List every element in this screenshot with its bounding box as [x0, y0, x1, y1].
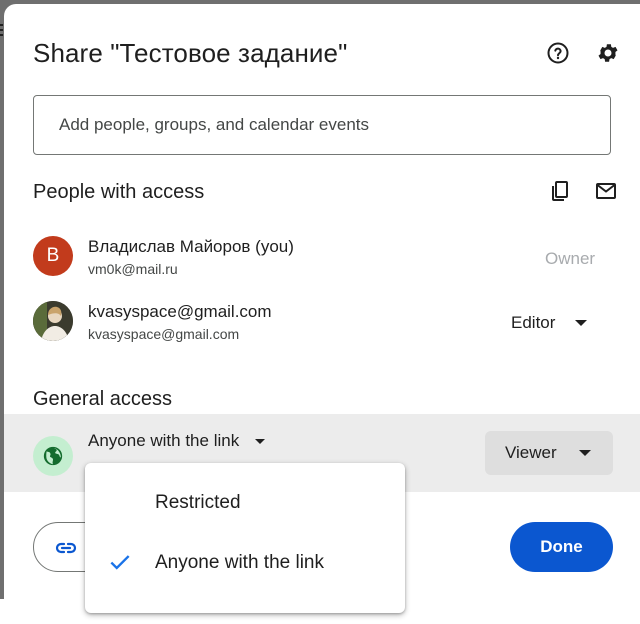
copy-emails-button[interactable] [544, 175, 576, 207]
menu-item-label: Restricted [155, 492, 241, 513]
general-access-menu: Restricted Anyone with the link [85, 463, 405, 613]
person-row-editor: kvasyspace@gmail.com kvasyspace@gmail.co… [4, 291, 640, 351]
link-icon [55, 542, 77, 554]
settings-button[interactable] [592, 37, 624, 69]
copy-icon [552, 181, 568, 201]
share-dialog: Share "Тестовое задание" People with acc… [4, 4, 640, 624]
owner-role-label: Owner [545, 249, 596, 268]
role-label: Viewer [505, 443, 557, 462]
editor-role-dropdown[interactable]: Editor [511, 313, 588, 333]
help-button[interactable] [542, 37, 574, 69]
menu-item-anyone-with-link[interactable]: Anyone with the link [85, 535, 405, 591]
globe-icon [43, 446, 63, 466]
profile-photo-icon [33, 301, 73, 341]
gear-icon [598, 44, 618, 62]
avatar-initial: B [46, 245, 60, 266]
person-name: Владислав Майоров (you) [88, 237, 294, 256]
mail-icon [596, 183, 616, 199]
person-row-owner: B Владислав Майоров (you) vm0k@mail.ru O… [4, 226, 640, 286]
dialog-title: Share "Тестовое задание" [33, 38, 348, 68]
chevron-down-icon [575, 320, 588, 326]
checkmark-icon [110, 555, 130, 570]
email-people-button[interactable] [590, 175, 622, 207]
add-people-input[interactable] [33, 95, 611, 155]
chevron-down-icon [255, 438, 266, 444]
general-access-heading: General access [33, 388, 172, 410]
chevron-down-icon [578, 450, 591, 456]
people-with-access-heading: People with access [33, 181, 205, 203]
avatar [33, 301, 73, 341]
person-email: vm0k@mail.ru [88, 261, 178, 277]
edge-fragment-icon [0, 22, 3, 40]
general-role-dropdown[interactable]: Viewer [485, 431, 613, 475]
general-access-dropdown[interactable]: Anyone with the link [88, 431, 266, 451]
avatar: B [33, 236, 73, 276]
general-access-value: Anyone with the link [88, 431, 240, 450]
globe-badge [33, 436, 73, 476]
help-circle-icon [547, 42, 569, 64]
menu-item-label: Anyone with the link [155, 552, 324, 573]
person-name: kvasyspace@gmail.com [88, 302, 272, 321]
menu-item-restricted[interactable]: Restricted [85, 475, 405, 531]
person-email: kvasyspace@gmail.com [88, 326, 240, 342]
done-button[interactable]: Done [510, 522, 613, 572]
role-label: Editor [511, 313, 556, 332]
